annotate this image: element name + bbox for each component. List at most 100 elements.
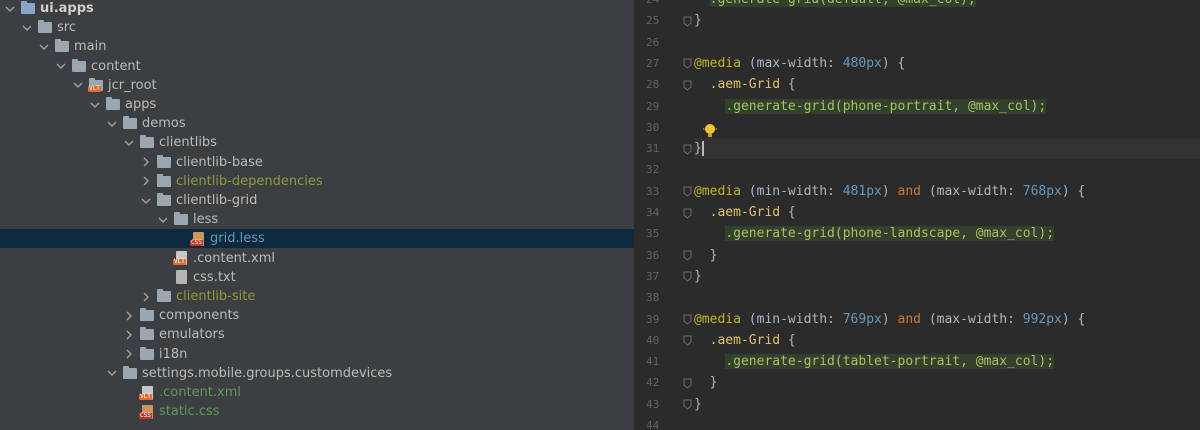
code-line[interactable]: }	[694, 245, 1200, 266]
chevron-down-icon[interactable]	[123, 133, 135, 152]
tree-item[interactable]: demos	[0, 114, 634, 133]
fold-marker-icon[interactable]	[682, 78, 692, 92]
chevron-down-icon[interactable]	[89, 95, 101, 114]
chevron-down-icon[interactable]	[55, 57, 67, 76]
code-line[interactable]: @media (min-width: 481px) and (max-width…	[694, 181, 1200, 202]
tree-item[interactable]: components	[0, 306, 634, 325]
code-line[interactable]: .generate-grid(phone-landscape, @max_col…	[694, 223, 1200, 244]
project-tree[interactable]: ui.apps src main content VLT jcr_root apps demo…	[0, 0, 634, 430]
tree-item-label: css.txt	[193, 269, 236, 285]
chevron-right-icon[interactable]	[123, 345, 135, 364]
tree-item[interactable]: main	[0, 37, 634, 56]
fold-marker-icon[interactable]	[682, 334, 692, 348]
code-line[interactable]: @media (max-width: 480px) {	[694, 53, 1200, 74]
tree-item[interactable]: VLT jcr_root	[0, 76, 634, 95]
chevron-down-icon[interactable]	[140, 191, 152, 210]
folder-icon	[122, 365, 138, 380]
code-line[interactable]	[694, 415, 1200, 430]
chevron-right-icon[interactable]	[140, 172, 152, 191]
folder-icon	[139, 346, 155, 361]
code-line[interactable]: }	[694, 394, 1200, 415]
code-line[interactable]: .aem-Grid {	[694, 202, 1200, 223]
line-number: 31	[646, 142, 660, 156]
fold-marker-icon[interactable]	[682, 206, 692, 220]
chevron-down-icon[interactable]	[157, 210, 169, 229]
tree-item[interactable]: less	[0, 210, 634, 229]
tree-item[interactable]: VLT .content.xml	[0, 383, 634, 402]
fold-marker-icon[interactable]	[682, 270, 692, 284]
chevron-down-icon[interactable]	[4, 0, 16, 18]
tree-item-label: settings.mobile.groups.customdevices	[142, 365, 393, 381]
code-line[interactable]: .aem-Grid {	[694, 330, 1200, 351]
tree-item[interactable]: clientlibs	[0, 133, 634, 152]
code-line[interactable]: }	[694, 138, 1200, 160]
tree-item[interactable]: VLT .content.xml	[0, 249, 634, 268]
line-number: 39	[646, 312, 660, 326]
code-text: .generate-grid(default, @max_col);	[694, 0, 976, 7]
code-line[interactable]: }	[694, 372, 1200, 393]
tree-item-label: clientlib-dependencies	[176, 173, 323, 189]
tree-item[interactable]: apps	[0, 95, 634, 114]
chevron-down-icon[interactable]	[106, 114, 118, 133]
code-line[interactable]: .generate-grid(default, @max_col);	[694, 0, 1200, 10]
code-line[interactable]: @media (min-width: 769px) and (max-width…	[694, 309, 1200, 330]
fold-marker-icon[interactable]	[682, 376, 692, 390]
tree-item-label: clientlib-base	[176, 154, 263, 170]
code-line[interactable]: }	[694, 10, 1200, 31]
code-line[interactable]	[694, 32, 1200, 53]
code-line[interactable]: .aem-Grid {	[694, 74, 1200, 95]
tree-item-label: clientlibs	[159, 135, 217, 151]
tree-item[interactable]: ui.apps	[0, 0, 634, 18]
folder-icon	[156, 173, 172, 188]
fold-marker-icon[interactable]	[682, 185, 692, 199]
tree-item[interactable]: src	[0, 18, 634, 37]
code-line[interactable]	[694, 287, 1200, 308]
tree-item[interactable]: CSS static.css	[0, 402, 634, 421]
tree-item[interactable]: clientlib-grid	[0, 191, 634, 210]
tree-item-label: static.css	[159, 404, 220, 420]
tree-item[interactable]: clientlib-site	[0, 287, 634, 306]
code-line[interactable]: .generate-grid(phone-portrait, @max_col)…	[694, 96, 1200, 117]
fold-marker-icon[interactable]	[682, 142, 692, 156]
line-number: 24	[646, 0, 686, 10]
folder-icon	[173, 212, 189, 227]
fold-marker-icon[interactable]	[682, 249, 692, 263]
tree-item[interactable]: css.txt	[0, 268, 634, 287]
chevron-down-icon[interactable]	[72, 76, 84, 95]
code-line[interactable]: .generate-grid(tablet-portrait, @max_col…	[694, 351, 1200, 372]
tree-item-label: i18n	[159, 346, 188, 362]
chevron-right-icon[interactable]	[123, 306, 135, 325]
folder-icon	[71, 58, 87, 73]
tree-item[interactable]: content	[0, 57, 634, 76]
chevron-down-icon[interactable]	[106, 364, 118, 383]
code-line[interactable]	[694, 117, 1200, 138]
line-number: 35	[646, 227, 660, 241]
tree-item[interactable]: clientlib-base	[0, 153, 634, 172]
chevron-down-icon[interactable]	[21, 18, 33, 37]
tree-item[interactable]: settings.mobile.groups.customdevices	[0, 364, 634, 383]
xml-file-icon: VLT	[139, 385, 155, 400]
code-text: .generate-grid(phone-landscape, @max_col…	[725, 226, 1055, 242]
tree-item[interactable]: CSS grid.less	[0, 229, 634, 249]
code-line[interactable]: }	[694, 266, 1200, 287]
tree-item[interactable]: emulators	[0, 325, 634, 344]
code-editor[interactable]: 24 .generate-grid(default, @max_col); 25}…	[634, 0, 1200, 430]
folder-icon	[156, 289, 172, 304]
code-text: }	[694, 396, 702, 412]
fold-marker-icon[interactable]	[682, 57, 692, 71]
chevron-right-icon[interactable]	[123, 325, 135, 344]
chevron-right-icon[interactable]	[140, 153, 152, 172]
code-line[interactable]	[694, 159, 1200, 180]
tree-item[interactable]: clientlib-dependencies	[0, 172, 634, 191]
vlt-folder-icon: VLT	[88, 77, 104, 93]
chevron-down-icon[interactable]	[38, 37, 50, 56]
tree-item[interactable]: i18n	[0, 345, 634, 364]
chevron-right-icon[interactable]	[140, 287, 152, 306]
tree-item-label: emulators	[159, 327, 225, 343]
fold-marker-icon[interactable]	[682, 313, 692, 327]
fold-marker-icon[interactable]	[682, 398, 692, 412]
fold-marker-icon[interactable]	[682, 14, 692, 28]
xml-file-icon: VLT	[173, 251, 189, 266]
